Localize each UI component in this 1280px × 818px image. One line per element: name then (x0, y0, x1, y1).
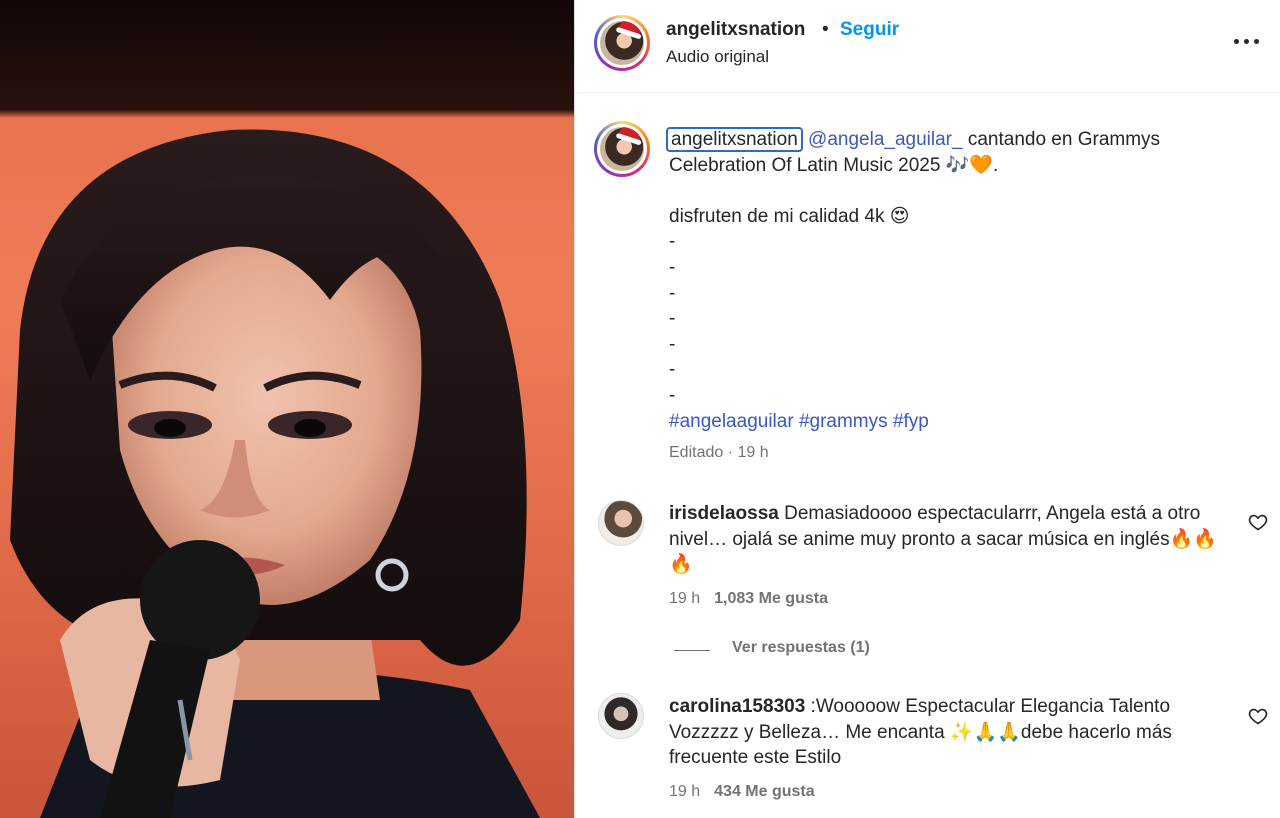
comment-time: 19 h (669, 590, 701, 607)
post-header: angelitxsnation • Seguir Audio original (575, 0, 1280, 93)
caption-dash: - (669, 384, 676, 406)
post-caption: angelitxsnation @angela_aguilar_ cantand… (666, 127, 1229, 434)
comment-username[interactable]: carolina158303 (669, 696, 805, 717)
caption-timestamp: Editado · 19 h (669, 444, 769, 461)
caption-author-avatar[interactable] (594, 121, 650, 177)
view-replies-label[interactable]: Ver respuestas (1) (732, 639, 870, 657)
hashtag-link[interactable]: #fyp (893, 411, 929, 432)
caption-dash: - (669, 333, 676, 355)
author-avatar[interactable] (594, 15, 650, 71)
santa-hat-icon (618, 127, 644, 143)
heart-icon[interactable] (1248, 706, 1268, 726)
more-options-icon[interactable] (1234, 30, 1260, 52)
audio-label[interactable]: Audio original (666, 47, 769, 67)
caption-dash: - (669, 231, 676, 253)
caption-mention[interactable]: @angela_aguilar_ (808, 129, 963, 150)
caption-username[interactable]: angelitxsnation (666, 127, 803, 152)
comment-item: irisdelaossa Demasiadoooo espectacularrr… (669, 501, 1219, 578)
comment-meta: 19 h 1,083 Me gusta (669, 590, 828, 608)
caption-dash: - (669, 256, 676, 278)
comment-avatar[interactable] (598, 500, 644, 546)
author-username[interactable]: angelitxsnation (666, 19, 805, 41)
hashtag-link[interactable]: #angelaaguilar (669, 411, 794, 432)
hashtag-link[interactable]: #grammys (799, 411, 888, 432)
caption-dash: - (669, 359, 676, 381)
separator-dot: • (822, 19, 829, 40)
caption-line: Celebration Of Latin Music 2025 🎶🧡. (669, 154, 999, 176)
performer-video-frame (10, 129, 540, 818)
caption-text: cantando en Grammys (962, 129, 1161, 150)
post-media[interactable] (0, 0, 574, 818)
heart-icon[interactable] (1248, 512, 1268, 532)
comment-likes[interactable]: 434 Me gusta (714, 783, 814, 800)
post-details-panel: angelitxsnation • Seguir Audio original … (575, 0, 1280, 818)
caption-dash: - (669, 282, 676, 304)
comment-likes[interactable]: 1,083 Me gusta (714, 590, 828, 607)
santa-hat-icon (618, 21, 644, 37)
comment-item: carolina158303 :Wooooow Espectacular Ele… (669, 694, 1219, 771)
comment-username[interactable]: irisdelaossa (669, 503, 779, 524)
caption-line: disfruten de mi calidad 4k 😍 (669, 205, 910, 227)
follow-button[interactable]: Seguir (840, 19, 899, 41)
comment-meta: 19 h 434 Me gusta (669, 783, 815, 801)
comment-avatar[interactable] (598, 693, 644, 739)
comment-time: 19 h (669, 783, 701, 800)
caption-dash: - (669, 308, 676, 330)
